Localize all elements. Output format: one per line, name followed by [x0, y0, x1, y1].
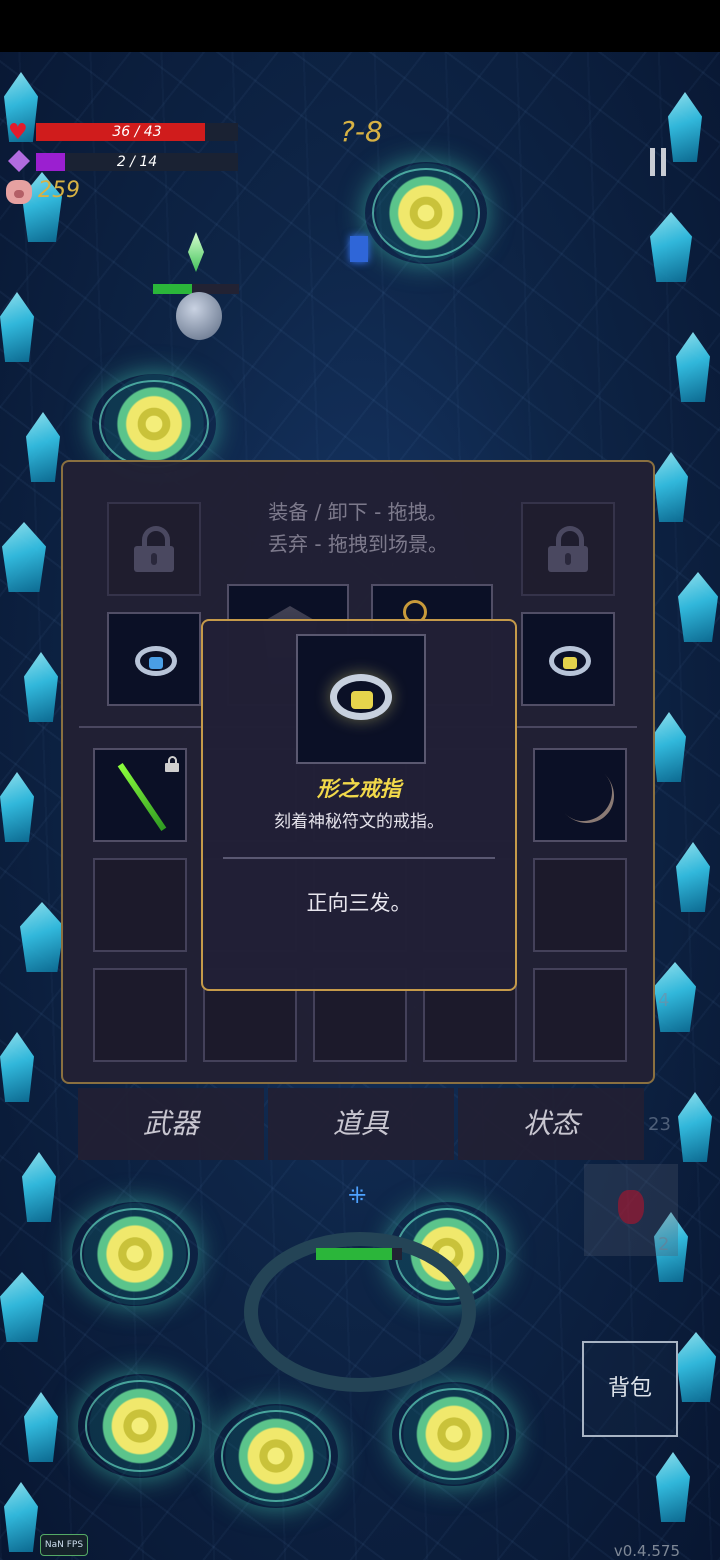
green-sword-icon: [117, 762, 167, 832]
mp-bar: 2 / 14: [36, 153, 238, 171]
crystal-wall-right: [648, 52, 720, 1560]
fps-counter: NaN FPS: [40, 1534, 88, 1556]
hp-text: 36 / 43: [112, 124, 162, 140]
inventory-slot[interactable]: [93, 858, 187, 952]
inventory-slot-sword[interactable]: [93, 748, 187, 842]
item-description: 刻着神秘符文的戒指。: [274, 812, 444, 832]
small-lock-icon: [165, 756, 179, 772]
hp-bar: 36 / 43: [36, 123, 238, 141]
pause-icon: [650, 148, 655, 176]
potion-slot: [584, 1164, 678, 1256]
lock-icon: [548, 526, 588, 572]
glowing-portal: [78, 1374, 202, 1478]
octopus-enemy[interactable]: [176, 292, 222, 340]
glowing-portal: [214, 1404, 338, 1508]
tab-weapons[interactable]: 武器: [78, 1088, 264, 1160]
tab-items[interactable]: 道具: [268, 1088, 454, 1160]
equip-slot-gold-ring[interactable]: [521, 612, 615, 706]
mp-text: 2 / 14: [116, 154, 158, 170]
item-name: 形之戒指: [317, 777, 401, 801]
red-potion-icon: [618, 1190, 644, 1224]
backpack-button[interactable]: 背包: [582, 1341, 678, 1437]
level-indicator: ?-8: [340, 115, 383, 148]
shape-ring-icon: [330, 674, 392, 720]
blue-gem-ring-icon: [135, 646, 177, 676]
pig-coin-icon: [6, 180, 32, 204]
equip-slot-ring[interactable]: [107, 612, 201, 706]
tooltip-divider: [223, 857, 495, 859]
background-count: 4: [658, 990, 670, 1011]
inventory-slot[interactable]: [93, 968, 187, 1062]
boss-health-bar: [316, 1248, 402, 1260]
tab-status[interactable]: 状态: [458, 1088, 644, 1160]
inventory-slot[interactable]: [533, 858, 627, 952]
gold-count: 259: [38, 178, 80, 203]
background-count: 23: [648, 1114, 671, 1135]
tooltip-item-icon-box: [296, 634, 426, 764]
gold-rune-ring-icon: [549, 646, 591, 676]
heart-icon: ♥: [8, 120, 28, 145]
inventory-slot[interactable]: [533, 968, 627, 1062]
locked-slot[interactable]: [107, 502, 201, 596]
item-effect: 正向三发。: [306, 891, 412, 915]
glowing-portal: [392, 1382, 516, 1486]
lock-icon: [134, 526, 174, 572]
version-label: v0.4.575: [613, 1542, 680, 1560]
glowing-portal: [72, 1202, 198, 1306]
item-tooltip: 形之戒指 刻着神秘符文的戒指。 正向三发。: [201, 619, 517, 991]
rune-glyph-icon: ⁜: [348, 1184, 367, 1209]
glowing-portal: [365, 162, 487, 264]
blue-cube-player: [350, 236, 368, 262]
pause-icon: [661, 148, 666, 176]
glowing-portal: [92, 374, 216, 474]
inventory-slot-bow[interactable]: [533, 748, 627, 842]
pause-button[interactable]: [650, 148, 670, 176]
bow-icon: [543, 752, 627, 836]
locked-slot[interactable]: [521, 502, 615, 596]
